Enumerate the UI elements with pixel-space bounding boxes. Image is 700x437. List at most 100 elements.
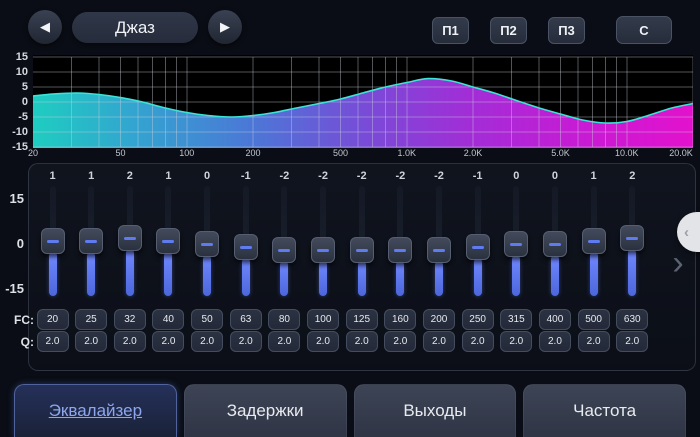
tab-задержки[interactable]: Задержки xyxy=(184,384,347,437)
band-slider-thumb[interactable] xyxy=(543,231,567,257)
band-fc-button[interactable]: 200 xyxy=(423,309,455,330)
band-slider-thumb[interactable] xyxy=(620,225,644,251)
x-tick-label: 20.0K xyxy=(659,147,700,159)
band-q-button[interactable]: 2.0 xyxy=(114,331,146,352)
band-gain-value: 0 xyxy=(188,170,226,182)
band-slider-thumb[interactable] xyxy=(582,228,606,254)
slider-scale-15: 15 xyxy=(0,192,24,206)
band-gain-value: 0 xyxy=(497,170,535,182)
band-fc-button[interactable]: 315 xyxy=(500,309,532,330)
band-slider-fill xyxy=(280,261,288,296)
band-gain-value: -2 xyxy=(381,170,419,182)
band-fc-button[interactable]: 160 xyxy=(384,309,416,330)
band-gain-value: -2 xyxy=(343,170,381,182)
band-slider-thumb[interactable] xyxy=(272,237,296,263)
band-q-button[interactable]: 2.0 xyxy=(616,331,648,352)
x-tick-label: 5.0K xyxy=(539,147,583,159)
reset-label: C xyxy=(639,23,648,38)
band-slider-thumb[interactable] xyxy=(466,234,490,260)
slider-thumb-mark xyxy=(201,243,213,246)
eq-response-chart xyxy=(33,55,693,148)
band-slider-thumb[interactable] xyxy=(350,237,374,263)
band-fc-button[interactable]: 50 xyxy=(191,309,223,330)
band-fc-button[interactable]: 25 xyxy=(75,309,107,330)
band-slider-thumb[interactable] xyxy=(234,234,258,260)
memory-preset-button-3[interactable]: П3 xyxy=(548,17,585,44)
memory-preset-button-2[interactable]: П2 xyxy=(490,17,527,44)
band-gain-value: 0 xyxy=(536,170,574,182)
band-gain-value: -1 xyxy=(459,170,497,182)
band-q-button[interactable]: 2.0 xyxy=(384,331,416,352)
memory-preset-button-1[interactable]: П1 xyxy=(432,17,469,44)
slider-thumb-mark xyxy=(47,240,59,243)
x-tick-label: 200 xyxy=(231,147,275,159)
band-slider-thumb[interactable] xyxy=(118,225,142,251)
equalizer-screen: ◀ Джаз ▶ П1П2П3 C 151050-5-10-15 2050100… xyxy=(0,0,700,437)
preset-prev-button[interactable]: ◀ xyxy=(28,10,62,44)
band-fc-button[interactable]: 63 xyxy=(230,309,262,330)
band-slider-thumb[interactable] xyxy=(79,228,103,254)
band-q-button[interactable]: 2.0 xyxy=(462,331,494,352)
band-slider-thumb[interactable] xyxy=(427,237,451,263)
x-tick-label: 50 xyxy=(99,147,143,159)
band-fc-button[interactable]: 100 xyxy=(307,309,339,330)
slider-thumb-mark xyxy=(124,237,136,240)
preset-next-button[interactable]: ▶ xyxy=(208,10,242,44)
x-tick-label: 10.0K xyxy=(605,147,649,159)
band-fc-button[interactable]: 125 xyxy=(346,309,378,330)
band-slider-fill xyxy=(474,258,482,296)
band-fc-button[interactable]: 32 xyxy=(114,309,146,330)
slider-thumb-mark xyxy=(626,237,638,240)
band-gain-value: 1 xyxy=(149,170,187,182)
band-slider-thumb[interactable] xyxy=(41,228,65,254)
band-q-button[interactable]: 2.0 xyxy=(539,331,571,352)
band-fc-button[interactable]: 500 xyxy=(578,309,610,330)
band-q-button[interactable]: 2.0 xyxy=(500,331,532,352)
band-slider-thumb[interactable] xyxy=(311,237,335,263)
band-q-button[interactable]: 2.0 xyxy=(230,331,262,352)
band-slider-fill xyxy=(242,258,250,296)
band-fc-button[interactable]: 630 xyxy=(616,309,648,330)
band-q-button[interactable]: 2.0 xyxy=(578,331,610,352)
band-q-button[interactable]: 2.0 xyxy=(346,331,378,352)
band-q-button[interactable]: 2.0 xyxy=(268,331,300,352)
band-fc-button[interactable]: 40 xyxy=(152,309,184,330)
band-slider-thumb[interactable] xyxy=(195,231,219,257)
band-q-button[interactable]: 2.0 xyxy=(423,331,455,352)
band-q-button[interactable]: 2.0 xyxy=(152,331,184,352)
band-slider-thumb[interactable] xyxy=(504,231,528,257)
arrow-right-icon: ▶ xyxy=(220,19,230,35)
y-tick-label: -10 xyxy=(0,125,28,139)
y-tick-label: 15 xyxy=(0,50,28,64)
eq-band-32: 2 322.0 xyxy=(111,168,149,354)
tab-частота[interactable]: Частота xyxy=(523,384,686,437)
eq-band-80: -2802.0 xyxy=(265,168,303,354)
slider-thumb-mark xyxy=(588,240,600,243)
band-slider-thumb[interactable] xyxy=(388,237,412,263)
band-fc-button[interactable]: 250 xyxy=(462,309,494,330)
band-slider-fill xyxy=(512,255,520,296)
slider-thumb-mark xyxy=(278,249,290,252)
band-slider-thumb[interactable] xyxy=(156,228,180,254)
band-fc-button[interactable]: 80 xyxy=(268,309,300,330)
slider-thumb-mark xyxy=(85,240,97,243)
eq-band-160: -2 1602.0 xyxy=(381,168,419,354)
y-tick-label: -5 xyxy=(0,110,28,124)
band-gain-value: 2 xyxy=(111,170,149,182)
band-fc-button[interactable]: 20 xyxy=(37,309,69,330)
x-tick-label: 500 xyxy=(319,147,363,159)
band-gain-value: 2 xyxy=(613,170,651,182)
band-gain-value: 1 xyxy=(34,170,72,182)
band-fc-button[interactable]: 400 xyxy=(539,309,571,330)
band-q-button[interactable]: 2.0 xyxy=(307,331,339,352)
tab-выходы[interactable]: Выходы xyxy=(354,384,517,437)
x-tick-label: 2.0K xyxy=(451,147,495,159)
preset-selector[interactable]: Джаз xyxy=(72,12,198,43)
band-q-button[interactable]: 2.0 xyxy=(75,331,107,352)
eq-band-25: 1252.0 xyxy=(72,168,110,354)
slider-thumb-mark xyxy=(162,240,174,243)
band-q-button[interactable]: 2.0 xyxy=(37,331,69,352)
reset-button[interactable]: C xyxy=(616,16,672,44)
tab-эквалайзер[interactable]: Эквалайзер xyxy=(14,384,177,437)
band-q-button[interactable]: 2.0 xyxy=(191,331,223,352)
